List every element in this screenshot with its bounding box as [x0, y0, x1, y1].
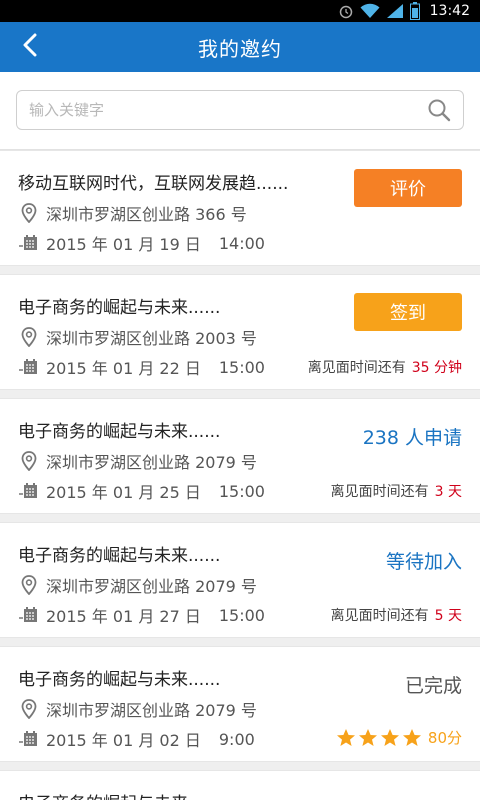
item-title: 电子商务的崛起与未来......: [18, 670, 221, 690]
star-icon: [336, 728, 355, 746]
waiting-status: 等待加入: [385, 551, 462, 573]
search-bar: [0, 72, 480, 150]
item-time-row: 2015 年 01 月 02 日 9:00: [18, 727, 255, 751]
applicants-count[interactable]: 238 人申请: [363, 423, 462, 450]
item-title: 电子商务的崛起与未来......: [18, 789, 220, 800]
item-address-row: 深圳市罗湖区创业路 2079 号: [18, 697, 257, 721]
list-item[interactable]: 电子商务的崛起与未来...... 深圳市罗湖区创业路 2003 号 2015 年…: [0, 274, 480, 390]
alarm-icon: [338, 3, 354, 19]
item-title: 电子商务的崛起与未来......: [18, 546, 221, 566]
location-pin-icon: [18, 574, 40, 596]
wifi-icon: [360, 3, 380, 19]
list-item[interactable]: 电子商务的崛起与未来...... 深圳市罗湖区创业路 2079 号 2015 年…: [0, 522, 480, 638]
search-box: [16, 90, 464, 130]
countdown-label: 离见面时间还有: [330, 608, 429, 624]
calendar-icon: [18, 728, 40, 750]
countdown-label: 离见面时间还有: [330, 484, 429, 500]
item-date: 2015 年 01 月 02 日: [46, 731, 201, 750]
list-item[interactable]: 电子商务的崛起与未来...... 深圳市罗湖区创业路 2079 号 2015 年…: [0, 646, 480, 762]
countdown: 离见面时间还有 5 天: [331, 605, 462, 625]
star-icon: [358, 728, 377, 746]
list-item[interactable]: 电子商务的崛起与未来...... 深圳市罗湖区创业路 2079 号 2015 年…: [0, 398, 480, 514]
invitation-list: 移动互联网时代，互联网发展趋...... 深圳市罗湖区创业路 366 号 201…: [0, 150, 480, 800]
item-address: 深圳市罗湖区创业路 2079 号: [46, 701, 257, 720]
star-icon: [402, 728, 421, 746]
location-pin-icon: [18, 450, 40, 472]
calendar-icon: [18, 480, 40, 502]
item-date: 2015 年 01 月 25 日: [46, 483, 201, 502]
back-arrow-icon: [22, 33, 38, 61]
item-time-row: 2015 年 01 月 25 日 15:00: [18, 479, 265, 503]
item-address: 深圳市罗湖区创业路 2003 号: [46, 329, 257, 348]
app-header: 我的邀约: [0, 22, 480, 72]
item-date: 2015 年 01 月 22 日: [46, 359, 201, 378]
status-bar: 13:42: [0, 0, 480, 22]
countdown-label: 离见面时间还有: [307, 360, 406, 376]
item-address: 深圳市罗湖区创业路 2079 号: [46, 577, 257, 596]
item-time: 15:00: [218, 605, 265, 625]
back-button[interactable]: [10, 22, 50, 72]
countdown: 离见面时间还有 3 天: [331, 481, 462, 501]
location-pin-icon: [18, 698, 40, 720]
calendar-icon: [18, 604, 40, 626]
location-pin-icon: [18, 202, 40, 224]
item-time-row: 2015 年 01 月 22 日 15:00: [18, 355, 265, 379]
list-item[interactable]: 电子商务的崛起与未来...... 爽约: [0, 770, 480, 800]
item-title: 移动互联网时代，互联网发展趋......: [18, 174, 289, 194]
list-item[interactable]: 移动互联网时代，互联网发展趋...... 深圳市罗湖区创业路 366 号 201…: [0, 150, 480, 266]
item-time: 15:00: [218, 357, 265, 377]
rating-score: 80分: [427, 729, 462, 747]
countdown-value: 5 天: [434, 608, 462, 624]
item-date: 2015 年 01 月 27 日: [46, 607, 201, 626]
check-in-button[interactable]: 签到: [354, 293, 462, 331]
completed-status: 已完成: [404, 675, 462, 697]
status-time: 13:42: [429, 3, 470, 19]
search-icon[interactable]: [425, 96, 453, 124]
battery-icon: [409, 2, 420, 20]
item-time-row: 2015 年 01 月 27 日 15:00: [18, 603, 265, 627]
item-address-row: 深圳市罗湖区创业路 2079 号: [18, 449, 257, 473]
evaluate-button[interactable]: 评价: [354, 169, 462, 207]
item-time: 14:00: [218, 233, 265, 253]
item-address-row: 深圳市罗湖区创业路 366 号: [18, 201, 247, 225]
item-title: 电子商务的崛起与未来......: [18, 298, 221, 318]
page-title: 我的邀约: [198, 36, 282, 61]
item-time-row: 2015 年 01 月 19 日 14:00: [18, 231, 265, 255]
location-pin-icon: [18, 326, 40, 348]
item-date: 2015 年 01 月 19 日: [46, 235, 201, 254]
countdown-value: 35 分钟: [411, 360, 462, 376]
item-time: 9:00: [218, 729, 255, 749]
star-icon: [380, 728, 399, 746]
item-address: 深圳市罗湖区创业路 2079 号: [46, 453, 257, 472]
item-title: 电子商务的崛起与未来......: [18, 422, 221, 442]
countdown: 离见面时间还有 35 分钟: [308, 357, 462, 377]
item-time: 15:00: [218, 481, 265, 501]
item-address-row: 深圳市罗湖区创业路 2079 号: [18, 573, 257, 597]
countdown-value: 3 天: [434, 484, 462, 500]
calendar-icon: [18, 356, 40, 378]
rating-stars: [336, 728, 422, 748]
signal-icon: [386, 3, 404, 19]
rating: 80分: [336, 727, 462, 748]
search-input[interactable]: [29, 101, 425, 119]
calendar-icon: [18, 232, 40, 254]
item-address-row: 深圳市罗湖区创业路 2003 号: [18, 325, 257, 349]
item-address: 深圳市罗湖区创业路 366 号: [46, 205, 247, 224]
